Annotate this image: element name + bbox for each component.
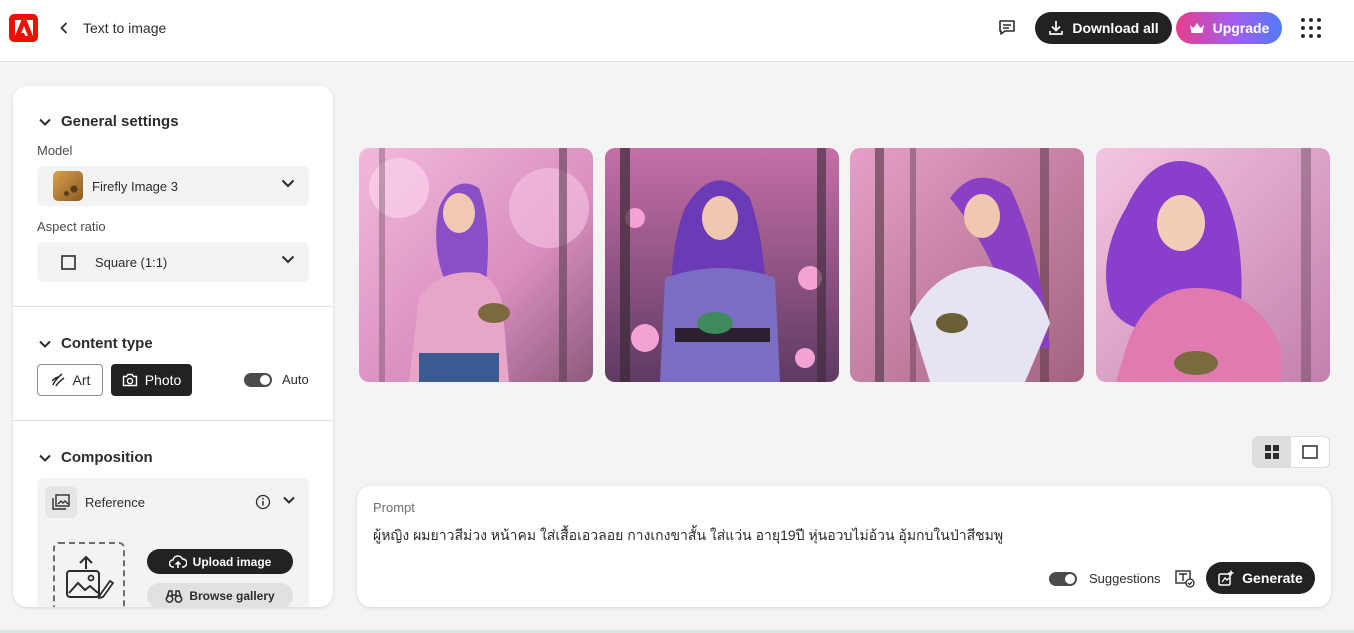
chevron-down-icon: [39, 118, 51, 126]
divider: [13, 420, 333, 421]
brush-icon: [51, 373, 64, 387]
single-view-button[interactable]: [1291, 437, 1329, 467]
chevron-down-icon: [39, 454, 51, 462]
upload-image-label: Upload image: [192, 554, 272, 569]
camera-icon: [122, 373, 137, 387]
browse-gallery-button[interactable]: Browse gallery: [147, 583, 293, 607]
content-type-header[interactable]: Content type: [39, 335, 153, 352]
auto-label: Auto: [282, 372, 309, 387]
feedback-icon: [999, 20, 1015, 35]
image-upload-icon: [66, 555, 114, 600]
suggestions-label: Suggestions: [1089, 571, 1161, 586]
generated-image-3[interactable]: [850, 148, 1084, 382]
feedback-button[interactable]: [996, 17, 1018, 39]
back-button[interactable]: [56, 18, 72, 38]
general-settings-title: General settings: [61, 113, 179, 130]
prompt-input[interactable]: ผู้หญิง ผมยาวสีม่วง หน้าคม ใส่เสื้อเอวลอ…: [373, 525, 1303, 547]
generated-image-2[interactable]: [605, 148, 839, 382]
crown-icon: [1189, 22, 1204, 33]
upgrade-label: Upgrade: [1212, 20, 1270, 36]
composition-header[interactable]: Composition: [39, 449, 153, 466]
apps-grid-icon[interactable]: [1301, 18, 1321, 38]
text-style-icon[interactable]: [1175, 570, 1195, 588]
reference-label: Reference: [85, 495, 145, 510]
aspect-ratio-select[interactable]: Square (1:1): [37, 242, 309, 282]
download-all-button[interactable]: Download all: [1035, 12, 1172, 44]
auto-toggle[interactable]: [244, 373, 272, 387]
download-all-label: Download all: [1072, 20, 1159, 36]
chevron-down-icon: [281, 179, 295, 188]
info-icon[interactable]: [255, 494, 271, 510]
reference-box: Reference Upload image Browse gallery: [37, 478, 309, 607]
upgrade-button[interactable]: Upgrade: [1176, 12, 1282, 44]
aspect-ratio-value: Square (1:1): [95, 254, 168, 270]
photo-label: Photo: [144, 372, 182, 388]
reference-drop-zone[interactable]: [53, 542, 125, 607]
aspect-ratio-label: Aspect ratio: [37, 219, 106, 234]
chevron-down-icon: [39, 340, 51, 348]
cloud-upload-icon: [168, 554, 187, 568]
art-label: Art: [72, 372, 91, 388]
model-value: Firefly Image 3: [92, 178, 178, 194]
prompt-box: Prompt ผู้หญิง ผมยาวสีม่วง หน้าคม ใส่เสื…: [357, 486, 1331, 607]
model-select[interactable]: Firefly Image 3: [37, 166, 309, 206]
browse-gallery-label: Browse gallery: [189, 588, 275, 603]
single-view-icon: [1302, 445, 1318, 459]
generate-button[interactable]: Generate: [1206, 562, 1315, 594]
general-settings-header[interactable]: General settings: [39, 113, 179, 130]
suggestions-toggle[interactable]: [1049, 572, 1077, 586]
square-icon: [61, 254, 76, 270]
adobe-logo-icon[interactable]: [9, 14, 38, 42]
composition-title: Composition: [61, 449, 153, 466]
reference-image-icon: [45, 486, 77, 518]
download-icon: [1049, 21, 1064, 35]
content-type-title: Content type: [61, 335, 153, 352]
generate-icon: [1218, 570, 1234, 586]
grid-view-button[interactable]: [1253, 437, 1291, 467]
chevron-down-icon[interactable]: [283, 496, 295, 504]
divider: [13, 306, 333, 307]
upload-image-button[interactable]: Upload image: [147, 549, 293, 574]
chevron-left-icon: [60, 22, 68, 34]
generated-image-4[interactable]: [1096, 148, 1330, 382]
model-thumbnail: [53, 171, 83, 201]
chevron-down-icon: [281, 255, 295, 264]
settings-panel: General settings Model Firefly Image 3 A…: [13, 86, 333, 607]
top-bar: Text to image Download all Upgrade: [0, 0, 1354, 62]
view-toggle: [1252, 436, 1330, 468]
art-button[interactable]: Art: [37, 364, 103, 396]
model-label: Model: [37, 143, 73, 158]
photo-button[interactable]: Photo: [111, 364, 192, 396]
generate-label: Generate: [1242, 570, 1303, 586]
binoculars-icon: [165, 589, 183, 603]
grid-view-icon: [1265, 445, 1279, 459]
page-title: Text to image: [83, 20, 167, 36]
prompt-label: Prompt: [373, 500, 415, 515]
generated-image-1[interactable]: [359, 148, 593, 382]
